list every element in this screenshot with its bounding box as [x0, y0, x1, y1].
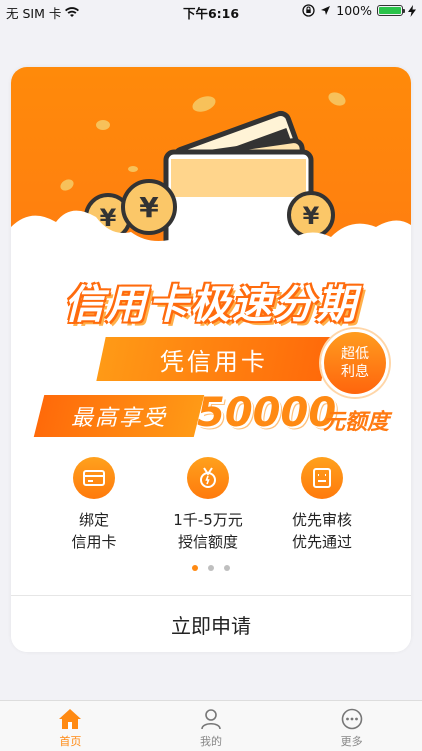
- tab-label: 首页: [59, 734, 82, 748]
- carousel-dot[interactable]: [224, 565, 230, 571]
- low-interest-badge: 超低 利息: [321, 329, 389, 397]
- feature-label: 信用卡: [71, 533, 117, 551]
- feature-label: 授信额度: [177, 533, 238, 551]
- carousel-dot[interactable]: [208, 565, 214, 571]
- max-label: 最高享受: [70, 406, 167, 431]
- subtitle-text: 凭信用卡: [159, 347, 268, 376]
- features-row: 绑定 信用卡 1千-5万元 授信额度 优先审核 优先通过: [11, 457, 411, 557]
- tab-label: 我的: [200, 734, 222, 748]
- status-bar: 无 SIM 卡 下午6:16 100%: [0, 0, 422, 22]
- location-icon: [321, 6, 331, 15]
- more-icon: [341, 708, 362, 729]
- cards-coins-illustration: ¥ ¥ ¥: [11, 92, 411, 267]
- status-right: 100%: [302, 3, 416, 18]
- max-unit: 元额度: [323, 410, 390, 435]
- banner-title-wrap: 信用卡极速分期: [11, 272, 411, 330]
- feature-bind-card: 绑定 信用卡: [34, 457, 154, 553]
- tab-more[interactable]: 更多: [281, 701, 422, 751]
- feature-priority-review: 优先审核 优先通过: [262, 457, 382, 553]
- subtitle-ribbon: 凭信用卡: [96, 337, 331, 381]
- battery-percent: 100%: [336, 3, 372, 18]
- charging-icon: [408, 4, 416, 17]
- apply-now-button[interactable]: 立即申请: [11, 596, 411, 652]
- badge-line2: 利息: [341, 364, 369, 380]
- review-icon: [301, 457, 343, 499]
- tab-bar: 首页 我的 更多: [0, 700, 422, 751]
- feature-label: 绑定: [78, 511, 109, 529]
- feature-label: 优先审核: [291, 511, 352, 529]
- max-ribbon: 最高享受: [33, 395, 205, 437]
- svg-text:¥: ¥: [303, 202, 320, 230]
- banner-title: 信用卡极速分期: [64, 282, 358, 328]
- home-icon: [59, 708, 82, 729]
- tab-label: 更多: [340, 734, 363, 748]
- feature-label: 1千-5万元: [173, 511, 243, 529]
- badge-line1: 超低: [341, 346, 369, 362]
- tab-home[interactable]: 首页: [0, 701, 141, 751]
- svg-text:¥: ¥: [139, 191, 159, 224]
- carousel-dot[interactable]: [192, 565, 198, 571]
- tab-mine[interactable]: 我的: [141, 701, 282, 751]
- medal-icon: [187, 457, 229, 499]
- battery-icon: [377, 5, 405, 16]
- feature-credit-limit: 1千-5万元 授信额度: [148, 457, 268, 553]
- max-amount: 50000: [197, 390, 337, 436]
- promo-card: ¥ ¥ ¥ 信用卡极速分期 凭信用卡 超低 利息 最高享受 50000 元额度: [11, 67, 411, 652]
- carousel-indicator[interactable]: [11, 565, 411, 571]
- feature-label: 优先通过: [291, 533, 352, 551]
- orientation-lock-icon: [302, 4, 315, 17]
- credit-card-icon: [73, 457, 115, 499]
- user-icon: [201, 708, 221, 729]
